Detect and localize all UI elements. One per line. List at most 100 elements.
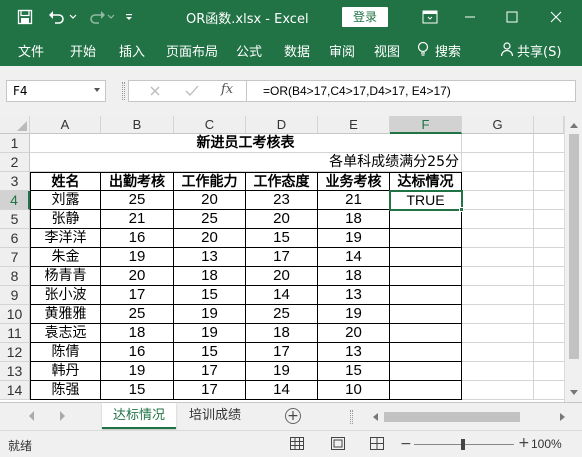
row-header[interactable]: 13 [0, 362, 30, 381]
cell[interactable] [534, 248, 564, 267]
data-cell[interactable]: 19 [174, 305, 246, 324]
cell[interactable] [462, 191, 534, 210]
ribbon-display-options-icon[interactable] [410, 0, 450, 34]
cell[interactable] [462, 305, 534, 324]
data-cell[interactable] [390, 286, 462, 305]
header-cell[interactable]: 工作态度 [246, 172, 318, 191]
column-header[interactable]: A [30, 116, 101, 134]
customize-toolbar-icon[interactable] [122, 0, 136, 34]
undo-icon[interactable] [46, 0, 68, 34]
row-header[interactable]: 3 [0, 172, 30, 191]
page-break-view-icon[interactable] [370, 437, 384, 454]
redo-icon[interactable] [86, 0, 108, 34]
tab-view[interactable]: 视图 [374, 41, 400, 60]
cell[interactable] [534, 210, 564, 229]
cell[interactable] [534, 172, 564, 191]
tell-me-search[interactable]: 搜索 [435, 41, 461, 60]
data-cell[interactable]: 13 [174, 248, 246, 267]
column-header[interactable]: D [246, 116, 318, 134]
data-cell[interactable]: 19 [246, 362, 318, 381]
name-box-dropdown-icon[interactable] [94, 88, 100, 92]
row-header[interactable]: 4 [0, 191, 30, 210]
data-cell[interactable]: 25 [101, 191, 174, 210]
data-cell[interactable]: 15 [246, 229, 318, 248]
data-cell[interactable]: 19 [174, 324, 246, 343]
cell[interactable] [462, 267, 534, 286]
data-cell[interactable]: 17 [246, 343, 318, 362]
cell[interactable] [534, 191, 564, 210]
lightbulb-icon[interactable] [416, 41, 430, 61]
share-button[interactable]: 共享(S) [517, 41, 561, 60]
tab-insert[interactable]: 插入 [119, 41, 145, 60]
data-cell[interactable]: 10 [318, 381, 390, 400]
cell[interactable] [534, 134, 564, 153]
horizontal-scroll-thumb[interactable] [384, 412, 520, 422]
sheet-tab[interactable]: 培训成绩 [180, 403, 250, 429]
cell[interactable] [390, 134, 462, 153]
cell[interactable] [534, 381, 564, 400]
row-header[interactable]: 14 [0, 381, 30, 400]
tab-data[interactable]: 数据 [284, 41, 310, 60]
data-cell[interactable]: TRUE [390, 191, 462, 210]
cell[interactable] [534, 343, 564, 362]
data-cell[interactable]: 17 [101, 286, 174, 305]
data-cell[interactable]: 19 [101, 362, 174, 381]
redo-dropdown-icon[interactable] [106, 0, 116, 34]
insert-function-icon[interactable]: fx [221, 82, 233, 97]
fill-handle[interactable] [459, 207, 464, 212]
cell[interactable] [534, 324, 564, 343]
data-cell[interactable] [390, 324, 462, 343]
data-cell[interactable]: 18 [246, 324, 318, 343]
data-cell[interactable]: 16 [101, 229, 174, 248]
row-header[interactable]: 10 [0, 305, 30, 324]
row-header[interactable]: 9 [0, 286, 30, 305]
data-cell[interactable]: 15 [174, 343, 246, 362]
column-header[interactable]: B [101, 116, 174, 134]
data-cell[interactable]: 19 [318, 229, 390, 248]
data-cell[interactable] [390, 381, 462, 400]
row-header[interactable]: 12 [0, 343, 30, 362]
tab-review[interactable]: 审阅 [329, 41, 355, 60]
header-cell[interactable]: 出勤考核 [101, 172, 174, 191]
data-cell[interactable]: 13 [318, 286, 390, 305]
column-header[interactable]: F [390, 116, 462, 134]
data-cell[interactable]: 14 [246, 286, 318, 305]
column-header[interactable]: E [318, 116, 390, 134]
cell[interactable] [534, 153, 564, 172]
cell[interactable] [462, 286, 534, 305]
data-cell[interactable]: 17 [174, 381, 246, 400]
data-cell[interactable] [390, 210, 462, 229]
data-cell[interactable]: 17 [246, 248, 318, 267]
data-cell[interactable]: 20 [246, 267, 318, 286]
header-cell[interactable]: 业务考核 [318, 172, 390, 191]
data-cell[interactable]: 14 [318, 248, 390, 267]
enter-check-icon[interactable] [185, 85, 199, 101]
zoom-level[interactable]: 100% [531, 437, 562, 451]
worksheet-grid[interactable]: A B C D E F G 1 新进员工考核表 2 各单科成绩满分25分 3 姓名 出勤考核… [0, 116, 582, 402]
data-cell[interactable]: 25 [246, 305, 318, 324]
tab-file[interactable]: 文件 [18, 41, 44, 60]
row-header[interactable]: 1 [0, 134, 30, 153]
data-cell[interactable]: 陈倩 [30, 343, 101, 362]
data-cell[interactable]: 15 [318, 362, 390, 381]
cell[interactable] [534, 267, 564, 286]
data-cell[interactable]: 袁志远 [30, 324, 101, 343]
data-cell[interactable]: 18 [318, 210, 390, 229]
select-all-corner[interactable] [0, 116, 30, 134]
next-sheet-icon[interactable] [58, 411, 66, 421]
row-header[interactable]: 6 [0, 229, 30, 248]
column-header[interactable] [534, 116, 564, 134]
data-cell[interactable]: 18 [101, 324, 174, 343]
data-cell[interactable] [390, 362, 462, 381]
data-cell[interactable]: 15 [174, 286, 246, 305]
data-cell[interactable]: 18 [174, 267, 246, 286]
data-cell[interactable]: 李洋洋 [30, 229, 101, 248]
cell[interactable] [462, 134, 534, 153]
tab-page-layout[interactable]: 页面布局 [166, 41, 218, 60]
data-cell[interactable]: 20 [318, 324, 390, 343]
add-sheet-icon[interactable]: + [285, 408, 301, 424]
data-cell[interactable]: 13 [318, 343, 390, 362]
share-person-icon[interactable] [500, 41, 514, 61]
row-header[interactable]: 11 [0, 324, 30, 343]
data-cell[interactable]: 18 [318, 267, 390, 286]
